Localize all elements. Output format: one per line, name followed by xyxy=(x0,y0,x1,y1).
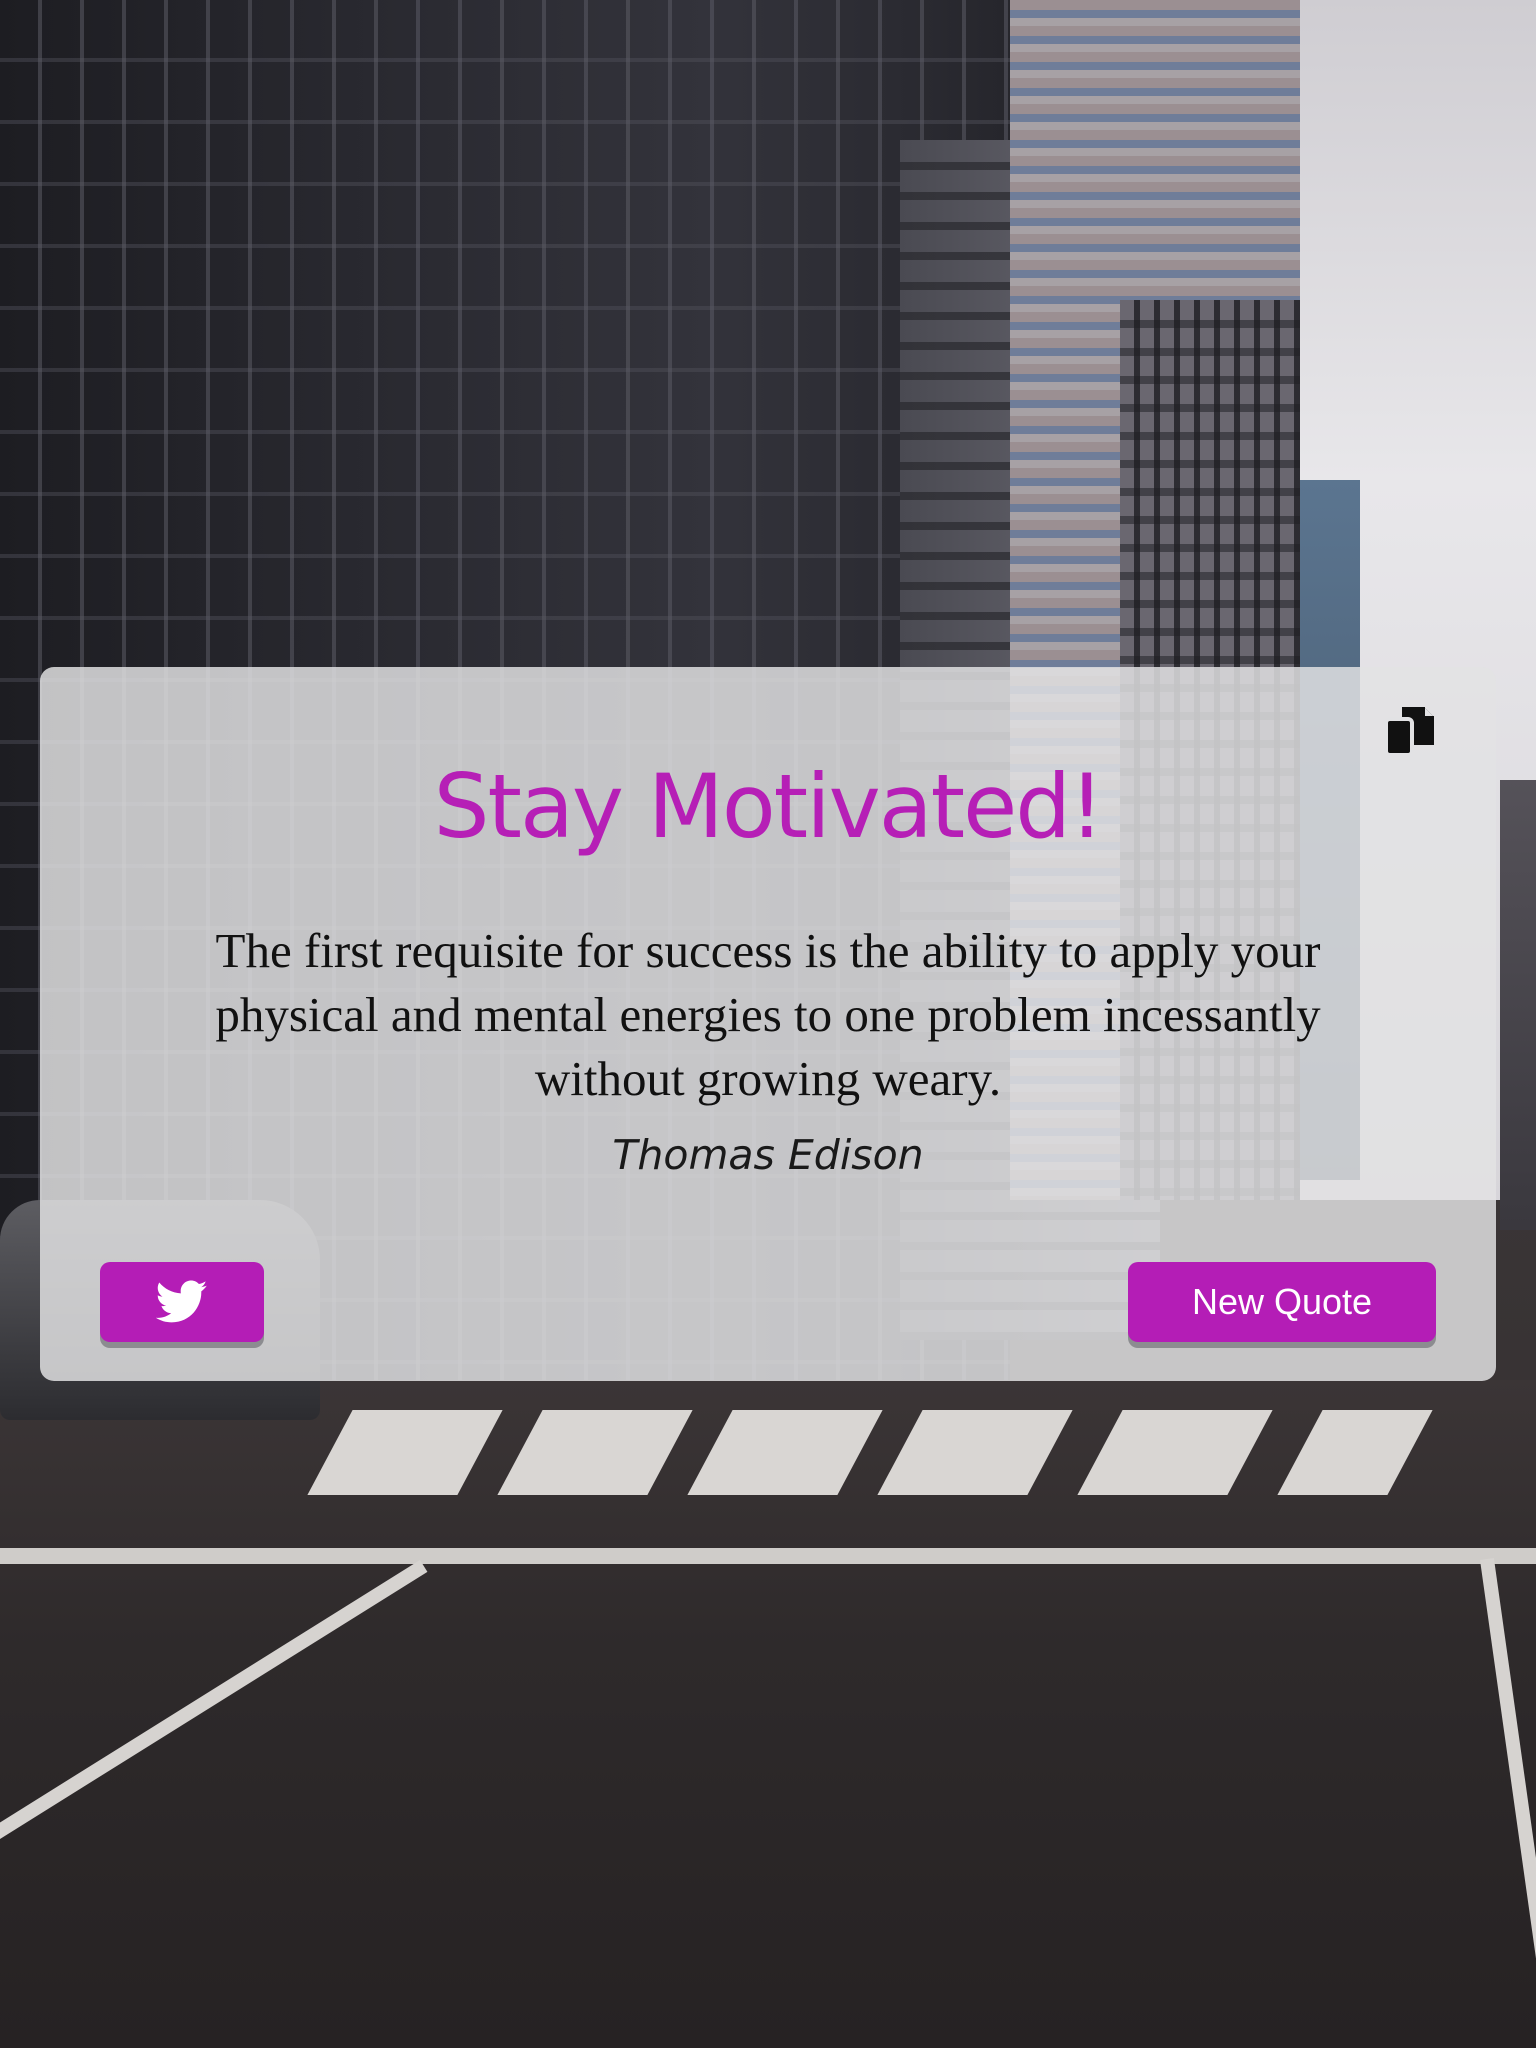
quote-card: Stay Motivated! The first requisite for … xyxy=(40,667,1496,1381)
copy-button[interactable] xyxy=(1380,701,1440,761)
quote-text: The first requisite for success is the a… xyxy=(215,923,1321,1106)
quote-author: Thomas Edison xyxy=(612,1131,924,1179)
copy-icon xyxy=(1384,707,1434,757)
background-building-far-right xyxy=(1500,780,1536,1230)
new-quote-button[interactable]: New Quote xyxy=(1128,1262,1436,1342)
twitter-bird-icon xyxy=(156,1280,208,1323)
background-stop-line xyxy=(0,1548,1536,1564)
page-title: Stay Motivated! xyxy=(433,755,1105,858)
tweet-button[interactable] xyxy=(100,1262,264,1342)
